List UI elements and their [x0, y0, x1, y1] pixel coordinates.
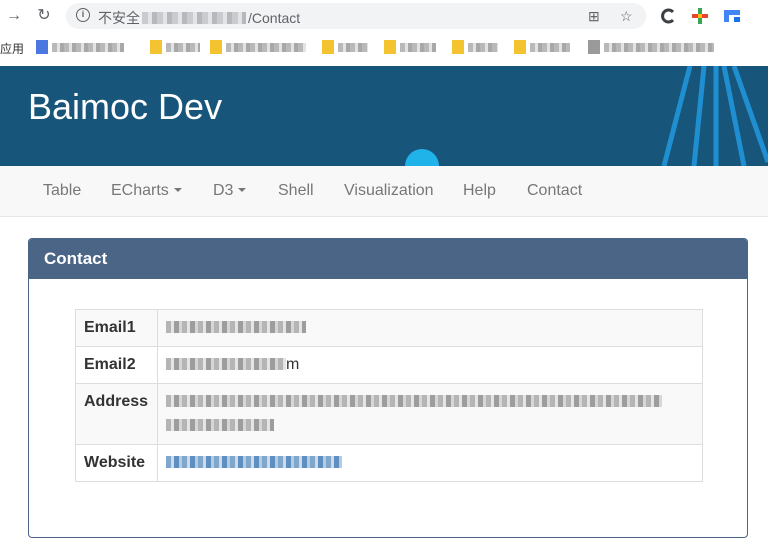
table-row: Email1: [75, 309, 703, 347]
row-value: [157, 309, 703, 347]
nav-item-echarts[interactable]: ECharts: [111, 182, 182, 200]
site-brand[interactable]: Baimoc Dev: [28, 86, 222, 128]
email-tail: m: [286, 356, 300, 373]
caret-down-icon: [173, 188, 182, 192]
bookmark-icon: [514, 40, 526, 54]
caret-down-icon: [238, 188, 247, 192]
row-key: Website: [75, 444, 158, 482]
row-key: Address: [75, 383, 158, 445]
redacted-address-line-1: [166, 395, 662, 407]
row-value: m: [157, 346, 703, 384]
table-row: Email2 m: [75, 346, 703, 384]
bookmarks-bar: 应用: [0, 32, 768, 62]
row-value: [157, 383, 703, 445]
redacted-email: [166, 321, 306, 333]
bookmark-icon: [384, 40, 396, 54]
bookmark-label-redacted: [226, 43, 306, 52]
extension-blue-icon[interactable]: [724, 8, 740, 24]
nav-item-contact[interactable]: Contact: [527, 182, 582, 200]
contact-panel: Contact Email1 Email2 m Address Website: [28, 238, 748, 538]
host-redacted: [142, 12, 246, 24]
bookmark-label-redacted: [166, 43, 200, 52]
bookmark-icon: [210, 40, 222, 54]
site-header: Baimoc Dev: [0, 66, 768, 166]
address-text: 不安全/Contact: [98, 8, 300, 28]
row-key: Email2: [75, 346, 158, 384]
translate-icon[interactable]: ⊞: [588, 8, 600, 25]
bookmark-label-redacted: [400, 43, 436, 52]
bookmarks-apps-label[interactable]: 应用: [0, 40, 24, 57]
panel-title: Contact: [44, 249, 108, 268]
star-icon[interactable]: ☆: [620, 8, 633, 25]
redacted-address-line-2: [166, 419, 274, 431]
nav-item-visualization[interactable]: Visualization: [344, 182, 434, 200]
panel-heading: Contact: [29, 239, 747, 279]
info-icon[interactable]: i: [76, 8, 90, 22]
nav-item-label: ECharts: [111, 182, 169, 199]
reload-icon[interactable]: ↻: [34, 6, 54, 26]
bookmark-label-redacted: [52, 43, 124, 52]
bookmark-icon: [322, 40, 334, 54]
nav-item-help[interactable]: Help: [463, 182, 496, 200]
bookmark-icon: [452, 40, 464, 54]
extension-colorful-icon[interactable]: [692, 8, 708, 24]
bookmark-icon: [588, 40, 600, 54]
nav-item-table[interactable]: Table: [43, 182, 81, 200]
extension-arrow-icon[interactable]: [660, 8, 676, 24]
browser-toolbar: → ↻ i 不安全/Contact ⊞ ☆: [0, 0, 768, 32]
security-label: 不安全: [98, 10, 140, 26]
table-row: Website: [75, 444, 703, 482]
nav-item-label: D3: [213, 182, 234, 199]
bookmark-icon: [150, 40, 162, 54]
back-arrow-icon[interactable]: →: [4, 6, 24, 26]
url-path: /Contact: [248, 10, 301, 26]
redacted-website-link[interactable]: [166, 456, 342, 468]
bookmark-label-redacted: [530, 43, 570, 52]
bookmark-icon: [36, 40, 48, 54]
address-bar[interactable]: i 不安全/Contact ⊞ ☆: [66, 3, 646, 29]
bookmark-label-redacted: [338, 43, 368, 52]
bookmark-label-redacted: [468, 43, 498, 52]
table-row: Address: [75, 383, 703, 445]
bookmark-label-redacted: [604, 43, 714, 52]
redacted-email: [166, 358, 286, 370]
contact-table: Email1 Email2 m Address Website: [75, 309, 703, 482]
main-navbar: Table ECharts D3 Shell Visualization Hel…: [0, 166, 768, 217]
nav-item-shell[interactable]: Shell: [278, 182, 314, 200]
browser-chrome: → ↻ i 不安全/Contact ⊞ ☆ 应用: [0, 0, 768, 66]
nav-item-d3[interactable]: D3: [213, 182, 247, 200]
row-value: [157, 444, 703, 482]
row-key: Email1: [75, 309, 158, 347]
